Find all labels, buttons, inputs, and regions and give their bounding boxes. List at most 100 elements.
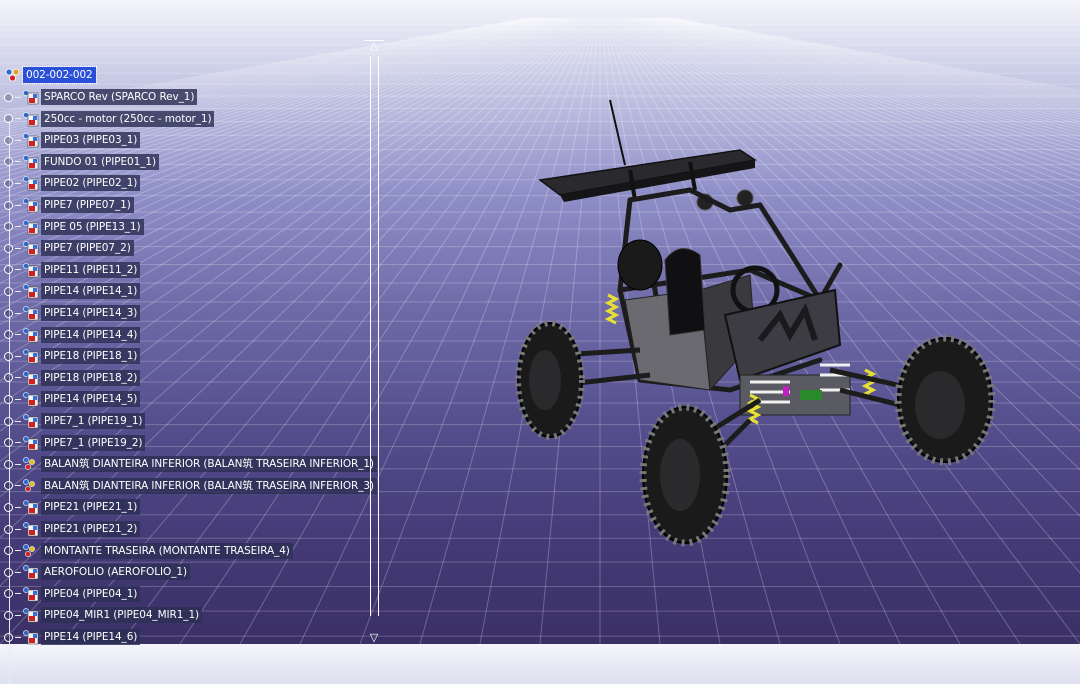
tree-root-label[interactable]: 002-002-002: [22, 66, 97, 84]
tree-item[interactable]: PIPE14 (PIPE14_1): [4, 282, 141, 300]
expand-icon[interactable]: [4, 265, 13, 275]
part-icon: [23, 586, 39, 602]
tree-item[interactable]: PIPE02 (PIPE02_1): [4, 174, 141, 192]
expand-icon[interactable]: [4, 632, 13, 642]
tree-item[interactable]: PIPE14 (PIPE14_5): [4, 390, 141, 408]
tree-item-label[interactable]: PIPE7 (PIPE07_1): [41, 197, 134, 213]
tree-item-label[interactable]: PIPE21 (PIPE21_1): [41, 499, 141, 516]
tree-connector: [15, 161, 21, 163]
part-icon: [23, 198, 39, 213]
tree-item[interactable]: PIPE7 (PIPE07_2): [4, 239, 134, 257]
tree-item-label[interactable]: PIPE14 (PIPE14_3): [41, 305, 141, 321]
tree-item-label[interactable]: BALAN筑 DIANTEIRA INFERIOR (BALAN筑 TRASEI…: [41, 456, 377, 473]
tree-item-label[interactable]: PIPE04_MIR1 (PIPE04_MIR1_1): [41, 607, 203, 624]
wheel-rear-left: [515, 320, 585, 440]
expand-icon[interactable]: [4, 222, 13, 232]
tree-item-label[interactable]: MONTANTE TRASEIRA (MONTANTE TRASEIRA_4): [41, 542, 293, 559]
tree-item-label[interactable]: PIPE02 (PIPE02_1): [41, 175, 141, 192]
tree-item-label[interactable]: PIPE18 (PIPE18_2): [41, 369, 141, 386]
expand-icon[interactable]: [4, 243, 13, 253]
tree-item[interactable]: 250cc - motor (250cc - motor_1): [4, 110, 215, 128]
expand-icon[interactable]: [4, 286, 13, 296]
tree-item-label[interactable]: PIPE14 (PIPE14_5): [41, 391, 141, 408]
tree-item[interactable]: PIPE04 (PIPE04_1): [4, 585, 141, 603]
tree-item[interactable]: PIPE7_1 (PIPE19_2): [4, 434, 146, 452]
buggy-3d-model[interactable]: [500, 90, 1020, 550]
tree-item-label[interactable]: BALAN筑 DIANTEIRA INFERIOR (BALAN筑 TRASEI…: [41, 477, 377, 494]
arrow-up-icon[interactable]: △: [365, 40, 383, 52]
tree-item-label[interactable]: PIPE7_1 (PIPE19_1): [41, 413, 146, 429]
expand-icon[interactable]: [4, 135, 13, 145]
tree-item[interactable]: PIPE7 (PIPE07_1): [4, 196, 134, 214]
tree-item-label[interactable]: PIPE14 (PIPE14_6): [41, 629, 141, 645]
tree-item[interactable]: PIPE14 (PIPE14_4): [4, 326, 141, 344]
tree-item-label[interactable]: PIPE7_1 (PIPE19_2): [41, 434, 146, 451]
tree-item[interactable]: PIPE11 (PIPE11_2): [4, 261, 141, 279]
tree-item-label[interactable]: PIPE7 (PIPE07_2): [41, 240, 134, 257]
tree-item-label[interactable]: PIPE14 (PIPE14_1): [41, 283, 141, 300]
tree-item[interactable]: PIPE21 (PIPE21_2): [4, 520, 141, 538]
tree-scrollbar[interactable]: △ ▽: [364, 40, 384, 644]
part-icon: [23, 241, 39, 256]
expand-icon[interactable]: [4, 438, 13, 448]
tree-item-label[interactable]: PIPE21 (PIPE21_2): [41, 521, 141, 537]
expand-icon[interactable]: [4, 589, 13, 599]
part-icon: [23, 630, 39, 645]
tree-item[interactable]: AEROFOLIO (AEROFOLIO_1): [4, 563, 190, 581]
expand-icon[interactable]: [4, 394, 13, 404]
expand-icon[interactable]: [4, 481, 13, 491]
tree-connector: [15, 204, 21, 206]
tree-item-label[interactable]: PIPE14 (PIPE14_4): [41, 326, 141, 343]
tree-item-label[interactable]: PIPE04 (PIPE04_1): [41, 585, 141, 602]
tree-item-label[interactable]: PIPE18 (PIPE18_1): [41, 348, 141, 365]
expand-icon[interactable]: [4, 200, 13, 210]
tree-item[interactable]: PIPE14 (PIPE14_6): [4, 628, 141, 646]
tree-connector: [15, 118, 21, 120]
tree-connector: [15, 420, 21, 422]
tree-item[interactable]: PIPE04_MIR1 (PIPE04_MIR1_1): [4, 606, 203, 624]
expand-icon[interactable]: [4, 524, 13, 534]
tree-item-label[interactable]: SPARCO Rev (SPARCO Rev_1): [41, 89, 198, 105]
expand-icon[interactable]: [4, 330, 13, 340]
expand-icon[interactable]: [4, 308, 13, 318]
tree-item[interactable]: BALAN筑 DIANTEIRA INFERIOR (BALAN筑 TRASEI…: [4, 455, 377, 473]
tree-item[interactable]: MONTANTE TRASEIRA (MONTANTE TRASEIRA_4): [4, 542, 293, 560]
expand-icon[interactable]: [4, 114, 13, 124]
expand-icon[interactable]: [4, 610, 13, 620]
part-icon: [23, 327, 39, 342]
expand-icon[interactable]: [4, 373, 13, 383]
tree-item-label[interactable]: 250cc - motor (250cc - motor_1): [41, 110, 215, 127]
tree-item[interactable]: PIPE18 (PIPE18_1): [4, 347, 141, 365]
expand-icon[interactable]: [4, 502, 13, 512]
part-icon: [23, 500, 39, 515]
expand-icon[interactable]: [4, 416, 13, 426]
tree-connector: [15, 182, 21, 184]
tree-item[interactable]: BALAN筑 DIANTEIRA INFERIOR (BALAN筑 TRASEI…: [4, 477, 377, 495]
part-icon: [23, 284, 39, 299]
tree-item-label[interactable]: PIPE11 (PIPE11_2): [41, 261, 141, 278]
tree-item[interactable]: PIPE7_1 (PIPE19_1): [4, 412, 146, 430]
tree-item-label[interactable]: FUNDO 01 (PIPE01_1): [41, 153, 159, 170]
tree-item[interactable]: FUNDO 01 (PIPE01_1): [4, 153, 159, 171]
tree-item-label[interactable]: PIPE 05 (PIPE13_1): [41, 218, 144, 235]
expand-icon[interactable]: [4, 459, 13, 469]
part-icon: [23, 522, 39, 537]
tree-item-label[interactable]: AEROFOLIO (AEROFOLIO_1): [41, 564, 190, 581]
expand-icon[interactable]: [4, 92, 13, 102]
expand-icon[interactable]: [4, 567, 13, 577]
tree-item-label[interactable]: PIPE03 (PIPE03_1): [41, 132, 141, 149]
arrow-down-icon[interactable]: ▽: [365, 632, 383, 644]
tree-item[interactable]: PIPE 05 (PIPE13_1): [4, 218, 144, 236]
expand-icon[interactable]: [4, 157, 13, 167]
expand-icon[interactable]: [4, 351, 13, 361]
tree-root-node[interactable]: 002-002-002: [4, 66, 97, 84]
tree-item[interactable]: PIPE21 (PIPE21_1): [4, 498, 141, 516]
tree-connector: [15, 139, 21, 141]
tree-item[interactable]: SPARCO Rev (SPARCO Rev_1): [4, 88, 198, 106]
expand-icon[interactable]: [4, 178, 13, 188]
expand-icon[interactable]: [4, 546, 13, 556]
scroll-thumb[interactable]: [370, 56, 379, 616]
tree-item[interactable]: PIPE18 (PIPE18_2): [4, 369, 141, 387]
tree-item[interactable]: PIPE03 (PIPE03_1): [4, 131, 141, 149]
tree-item[interactable]: PIPE14 (PIPE14_3): [4, 304, 141, 322]
